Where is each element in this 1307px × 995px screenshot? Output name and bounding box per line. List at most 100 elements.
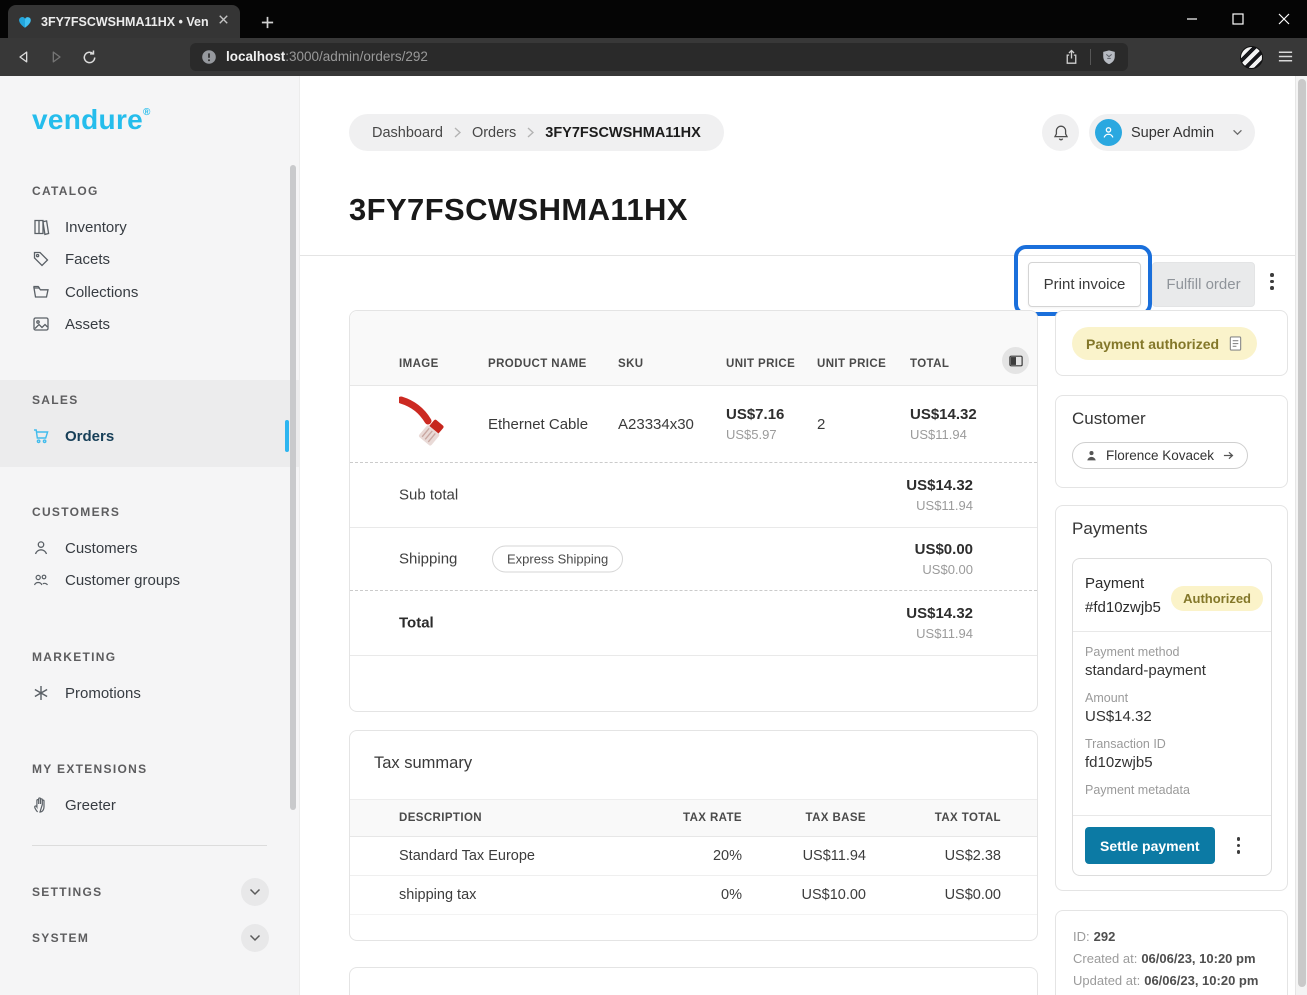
- sidebar-divider: [32, 845, 267, 846]
- order-actions-kebab[interactable]: [1270, 273, 1274, 290]
- section-label-marketing: MARKETING: [32, 650, 116, 664]
- history-list-icon[interactable]: [1228, 335, 1243, 352]
- settle-payment-button[interactable]: Settle payment: [1085, 827, 1215, 864]
- url-bar[interactable]: localhost:3000/admin/orders/292: [190, 43, 1128, 71]
- column-settings-button[interactable]: [1002, 347, 1029, 374]
- chevron-down-icon[interactable]: [241, 878, 269, 906]
- sidebar-item-promotions[interactable]: Promotions: [32, 677, 141, 709]
- order-table-header: IMAGE PRODUCT NAME SKU UNIT PRICE UNIT P…: [350, 311, 1037, 386]
- forward-button[interactable]: [46, 47, 66, 67]
- tag-icon: [32, 250, 50, 268]
- breadcrumb-current: 3FY7FSCWSHMA11HX: [545, 125, 701, 141]
- payment-actions-kebab[interactable]: [1237, 837, 1241, 854]
- breadcrumb: Dashboard Orders 3FY7FSCWSHMA11HX: [349, 114, 724, 151]
- payment-detail-card: Payment #fd10zwjb5 Authorized Payment me…: [1072, 558, 1272, 876]
- asterisk-icon: [32, 684, 50, 702]
- order-lines-card: IMAGE PRODUCT NAME SKU UNIT PRICE UNIT P…: [349, 310, 1038, 712]
- sidebar-item-orders[interactable]: Orders: [32, 420, 114, 452]
- entity-updated-at: Updated at:06/06/23, 10:20 pm: [1073, 973, 1258, 988]
- person-icon: [1101, 125, 1116, 140]
- people-icon: [32, 571, 50, 589]
- unit-price-cell: US$7.16 US$5.97: [726, 406, 784, 442]
- section-label-my-extensions: MY EXTENSIONS: [32, 762, 147, 776]
- cart-icon: [32, 427, 50, 445]
- reload-button[interactable]: [79, 47, 99, 67]
- browser-window: 3FY7FSCWSHMA11HX • Vendure localhost:300…: [0, 0, 1307, 995]
- folder-icon: [32, 283, 50, 301]
- notifications-button[interactable]: [1042, 114, 1079, 151]
- breadcrumb-dashboard[interactable]: Dashboard: [372, 125, 443, 141]
- vendure-favicon-icon: [17, 14, 33, 30]
- brave-shield-icon[interactable]: [1101, 49, 1117, 66]
- tax-summary-title: Tax summary: [374, 754, 472, 773]
- sidebar-section-settings[interactable]: SETTINGS: [32, 876, 269, 908]
- page-title: 3FY7FSCWSHMA11HX: [349, 192, 688, 228]
- subtotal-row: Sub total US$14.32US$11.94: [350, 463, 1037, 528]
- sidebar-scrollbar[interactable]: [290, 165, 296, 810]
- new-tab-button[interactable]: [256, 11, 278, 33]
- tab-close-icon[interactable]: [216, 12, 231, 32]
- line-total-cell: US$14.32 US$11.94: [910, 406, 977, 442]
- highlight-annotation: [1014, 245, 1152, 316]
- scrollbar-thumb[interactable]: [1298, 79, 1306, 987]
- customer-link[interactable]: Florence Kovacek: [1072, 442, 1248, 469]
- payments-card-title: Payments: [1072, 519, 1148, 539]
- person-icon: [1085, 449, 1098, 462]
- page-content: vendure® CATALOG Inventory Facets Collec…: [0, 76, 1307, 995]
- browser-toolbar: localhost:3000/admin/orders/292: [0, 38, 1307, 76]
- next-card-partial: [349, 967, 1038, 995]
- product-image[interactable]: [399, 396, 451, 456]
- shipping-method-badge: Express Shipping: [492, 546, 623, 573]
- sidebar-item-collections[interactable]: Collections: [32, 276, 138, 308]
- sidebar-item-customers[interactable]: Customers: [32, 532, 138, 564]
- section-label-customers: CUSTOMERS: [32, 505, 120, 519]
- product-name[interactable]: Ethernet Cable: [488, 416, 588, 433]
- section-label-catalog: CATALOG: [32, 184, 99, 198]
- browser-profile-avatar[interactable]: [1240, 46, 1263, 69]
- sidebar-section-system[interactable]: SYSTEM: [32, 922, 269, 954]
- tax-row: shipping tax 0% US$10.00 US$0.00: [350, 876, 1037, 915]
- order-state-badge: Payment authorized: [1072, 327, 1257, 360]
- browser-menu-icon[interactable]: [1277, 48, 1294, 70]
- site-info-icon[interactable]: [201, 49, 217, 65]
- browser-tab[interactable]: 3FY7FSCWSHMA11HX • Vendure: [8, 5, 240, 38]
- inventory-icon: [32, 218, 50, 236]
- browser-tab-bar: 3FY7FSCWSHMA11HX • Vendure: [0, 0, 1307, 38]
- image-icon: [32, 315, 50, 333]
- close-button[interactable]: [1261, 0, 1307, 38]
- toolbar-divider: [1090, 49, 1091, 65]
- window-controls: [1169, 0, 1307, 38]
- sidebar-item-customer-groups[interactable]: Customer groups: [32, 564, 180, 596]
- order-state-card: Payment authorized: [1055, 310, 1288, 376]
- fulfill-order-button[interactable]: Fulfill order: [1152, 262, 1255, 307]
- person-icon: [32, 539, 50, 557]
- page-scrollbar[interactable]: [1295, 76, 1307, 995]
- hand-icon: [32, 796, 50, 814]
- sidebar-item-greeter[interactable]: Greeter: [32, 789, 116, 821]
- shipping-row: Shipping Express Shipping US$0.00US$0.00: [350, 528, 1037, 591]
- amount-field: Amount US$14.32: [1085, 690, 1259, 727]
- tax-row: Standard Tax Europe 20% US$11.94 US$2.38: [350, 837, 1037, 876]
- share-icon[interactable]: [1063, 49, 1080, 66]
- payments-card: Payments Payment #fd10zwjb5 Authorized P…: [1055, 505, 1288, 891]
- breadcrumb-orders[interactable]: Orders: [472, 125, 516, 141]
- payment-metadata-field: Payment metadata: [1085, 782, 1259, 799]
- chevron-down-icon[interactable]: [241, 924, 269, 952]
- payment-method-field: Payment method standard-payment: [1085, 644, 1259, 681]
- bell-icon: [1052, 124, 1070, 142]
- user-menu[interactable]: Super Admin: [1089, 114, 1255, 151]
- vendure-logo[interactable]: vendure®: [32, 104, 151, 136]
- sidebar-item-facets[interactable]: Facets: [32, 243, 110, 275]
- maximize-button[interactable]: [1215, 0, 1261, 38]
- chevron-right-icon: [454, 127, 461, 138]
- url-text: localhost:3000/admin/orders/292: [226, 48, 428, 66]
- total-row: Total US$14.32US$11.94: [350, 591, 1037, 656]
- customer-card-title: Customer: [1072, 409, 1146, 429]
- minimize-button[interactable]: [1169, 0, 1215, 38]
- tax-summary-card: Tax summary DESCRIPTION TAX RATE TAX BAS…: [349, 730, 1038, 941]
- back-button[interactable]: [14, 47, 34, 67]
- sidebar-item-assets[interactable]: Assets: [32, 308, 110, 340]
- product-sku: A23334x30: [618, 416, 694, 433]
- transaction-id-field: Transaction ID fd10zwjb5: [1085, 736, 1259, 773]
- sidebar-item-inventory[interactable]: Inventory: [32, 211, 127, 243]
